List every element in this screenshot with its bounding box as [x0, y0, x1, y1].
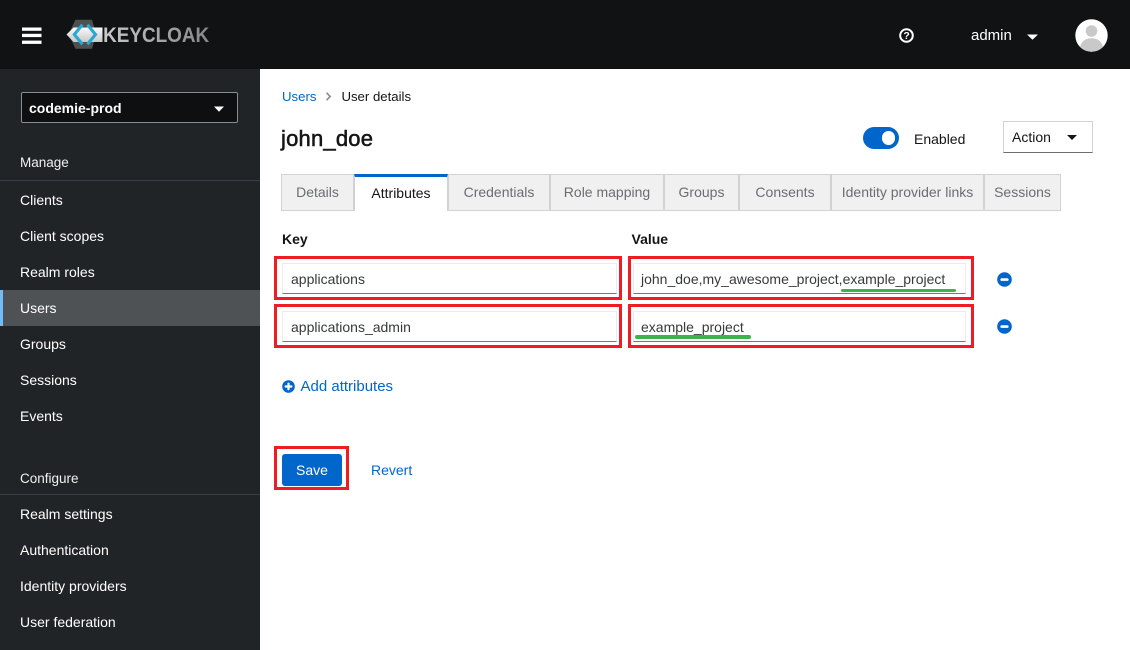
svg-text:?: ?	[903, 30, 909, 42]
svg-text:KEYCLOAK: KEYCLOAK	[103, 24, 210, 47]
